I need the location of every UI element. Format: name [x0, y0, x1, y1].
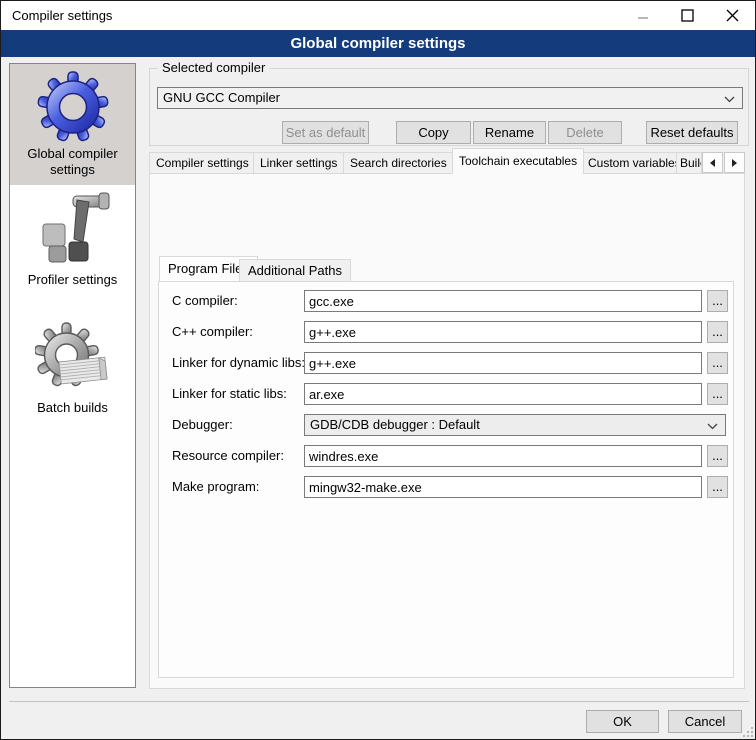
tab-compiler-settings[interactable]: Compiler settings — [149, 152, 256, 174]
make-program-input[interactable] — [304, 476, 702, 498]
resource-compiler-browse-button[interactable]: ... — [707, 445, 728, 467]
compiler-settings-window: Compiler settings Global compiler settin… — [0, 0, 756, 740]
tab-toolchain-executables[interactable]: Toolchain executables — [452, 148, 584, 174]
tab-scroll-right-button[interactable] — [724, 152, 745, 173]
close-button[interactable] — [710, 1, 755, 30]
sidebar-item-label: Batch builds — [10, 398, 135, 422]
form-row: C compiler: ... — [159, 290, 733, 312]
linker-dynamic-input[interactable] — [304, 352, 702, 374]
sidebar: Global compiler settings Profiler settin… — [9, 63, 136, 688]
set-as-default-button[interactable]: Set as default — [282, 121, 369, 144]
minimize-button[interactable] — [620, 1, 665, 30]
form-row: Resource compiler: ... — [159, 445, 733, 467]
resource-compiler-label: Resource compiler: — [172, 448, 284, 463]
linker-static-label: Linker for static libs: — [172, 386, 287, 401]
chevron-down-icon — [707, 423, 718, 430]
profiler-caliper-icon — [33, 190, 113, 270]
sidebar-item-profiler-settings[interactable]: Profiler settings — [10, 185, 135, 294]
debugger-select[interactable]: GDB/CDB debugger : Default — [304, 414, 726, 436]
linker-static-browse-button[interactable]: ... — [707, 383, 728, 405]
maximize-button[interactable] — [665, 1, 710, 30]
form-row: Debugger: GDB/CDB debugger : Default — [159, 414, 733, 436]
selected-compiler-legend: Selected compiler — [158, 60, 269, 75]
c-compiler-label: C compiler: — [172, 293, 238, 308]
delete-button[interactable]: Delete — [548, 121, 622, 144]
gray-gear-stack-icon — [35, 322, 111, 398]
resize-grip-icon[interactable] — [741, 725, 753, 737]
maximize-icon — [681, 9, 694, 22]
window-title: Compiler settings — [12, 8, 112, 23]
sidebar-item-label: Profiler settings — [10, 270, 135, 294]
cpp-compiler-label: C++ compiler: — [172, 324, 253, 339]
form-row: Make program: ... — [159, 476, 733, 498]
page-title: Global compiler settings — [1, 30, 755, 57]
c-compiler-browse-button[interactable]: ... — [707, 290, 728, 312]
blue-gear-icon — [36, 70, 110, 144]
titlebar[interactable]: Compiler settings — [1, 1, 755, 30]
form-row: Linker for static libs: ... — [159, 383, 733, 405]
reset-defaults-button[interactable]: Reset defaults — [646, 121, 738, 144]
cancel-button[interactable]: Cancel — [668, 710, 742, 733]
arrow-right-icon — [732, 159, 737, 167]
copy-button[interactable]: Copy — [396, 121, 471, 144]
resource-compiler-input[interactable] — [304, 445, 702, 467]
make-program-browse-button[interactable]: ... — [707, 476, 728, 498]
compiler-select-value: GNU GCC Compiler — [163, 90, 280, 105]
minimize-icon — [637, 10, 649, 22]
cpp-compiler-browse-button[interactable]: ... — [707, 321, 728, 343]
debugger-label: Debugger: — [172, 417, 233, 432]
cpp-compiler-input[interactable] — [304, 321, 702, 343]
form-row: C++ compiler: ... — [159, 321, 733, 343]
program-files-page: C compiler: ... C++ compiler: ... Linker… — [158, 281, 734, 678]
compiler-select[interactable]: GNU GCC Compiler — [157, 87, 743, 109]
tab-scroll-left-button[interactable] — [702, 152, 723, 173]
arrow-left-icon — [710, 159, 715, 167]
linker-static-input[interactable] — [304, 383, 702, 405]
debugger-select-value: GDB/CDB debugger : Default — [310, 417, 480, 432]
footer-separator — [9, 701, 749, 702]
sidebar-item-batch-builds[interactable]: Batch builds — [10, 294, 135, 422]
ok-button[interactable]: OK — [586, 710, 659, 733]
tab-search-directories[interactable]: Search directories — [343, 152, 454, 174]
make-program-label: Make program: — [172, 479, 259, 494]
form-row: Linker for dynamic libs: ... — [159, 352, 733, 374]
tab-build-options-clipped[interactable]: Builc — [676, 152, 702, 174]
tab-linker-settings[interactable]: Linker settings — [253, 152, 344, 174]
linker-dynamic-label: Linker for dynamic libs: — [172, 355, 305, 370]
subtab-additional-paths[interactable]: Additional Paths — [239, 259, 351, 281]
sidebar-item-label: Global compiler settings — [10, 144, 135, 184]
linker-dynamic-browse-button[interactable]: ... — [707, 352, 728, 374]
c-compiler-input[interactable] — [304, 290, 702, 312]
chevron-down-icon — [724, 96, 735, 103]
rename-button[interactable]: Rename — [473, 121, 546, 144]
tab-custom-variables[interactable]: Custom variables — [581, 152, 688, 174]
close-icon — [726, 9, 739, 22]
sidebar-item-global-compiler-settings[interactable]: Global compiler settings — [10, 64, 135, 185]
